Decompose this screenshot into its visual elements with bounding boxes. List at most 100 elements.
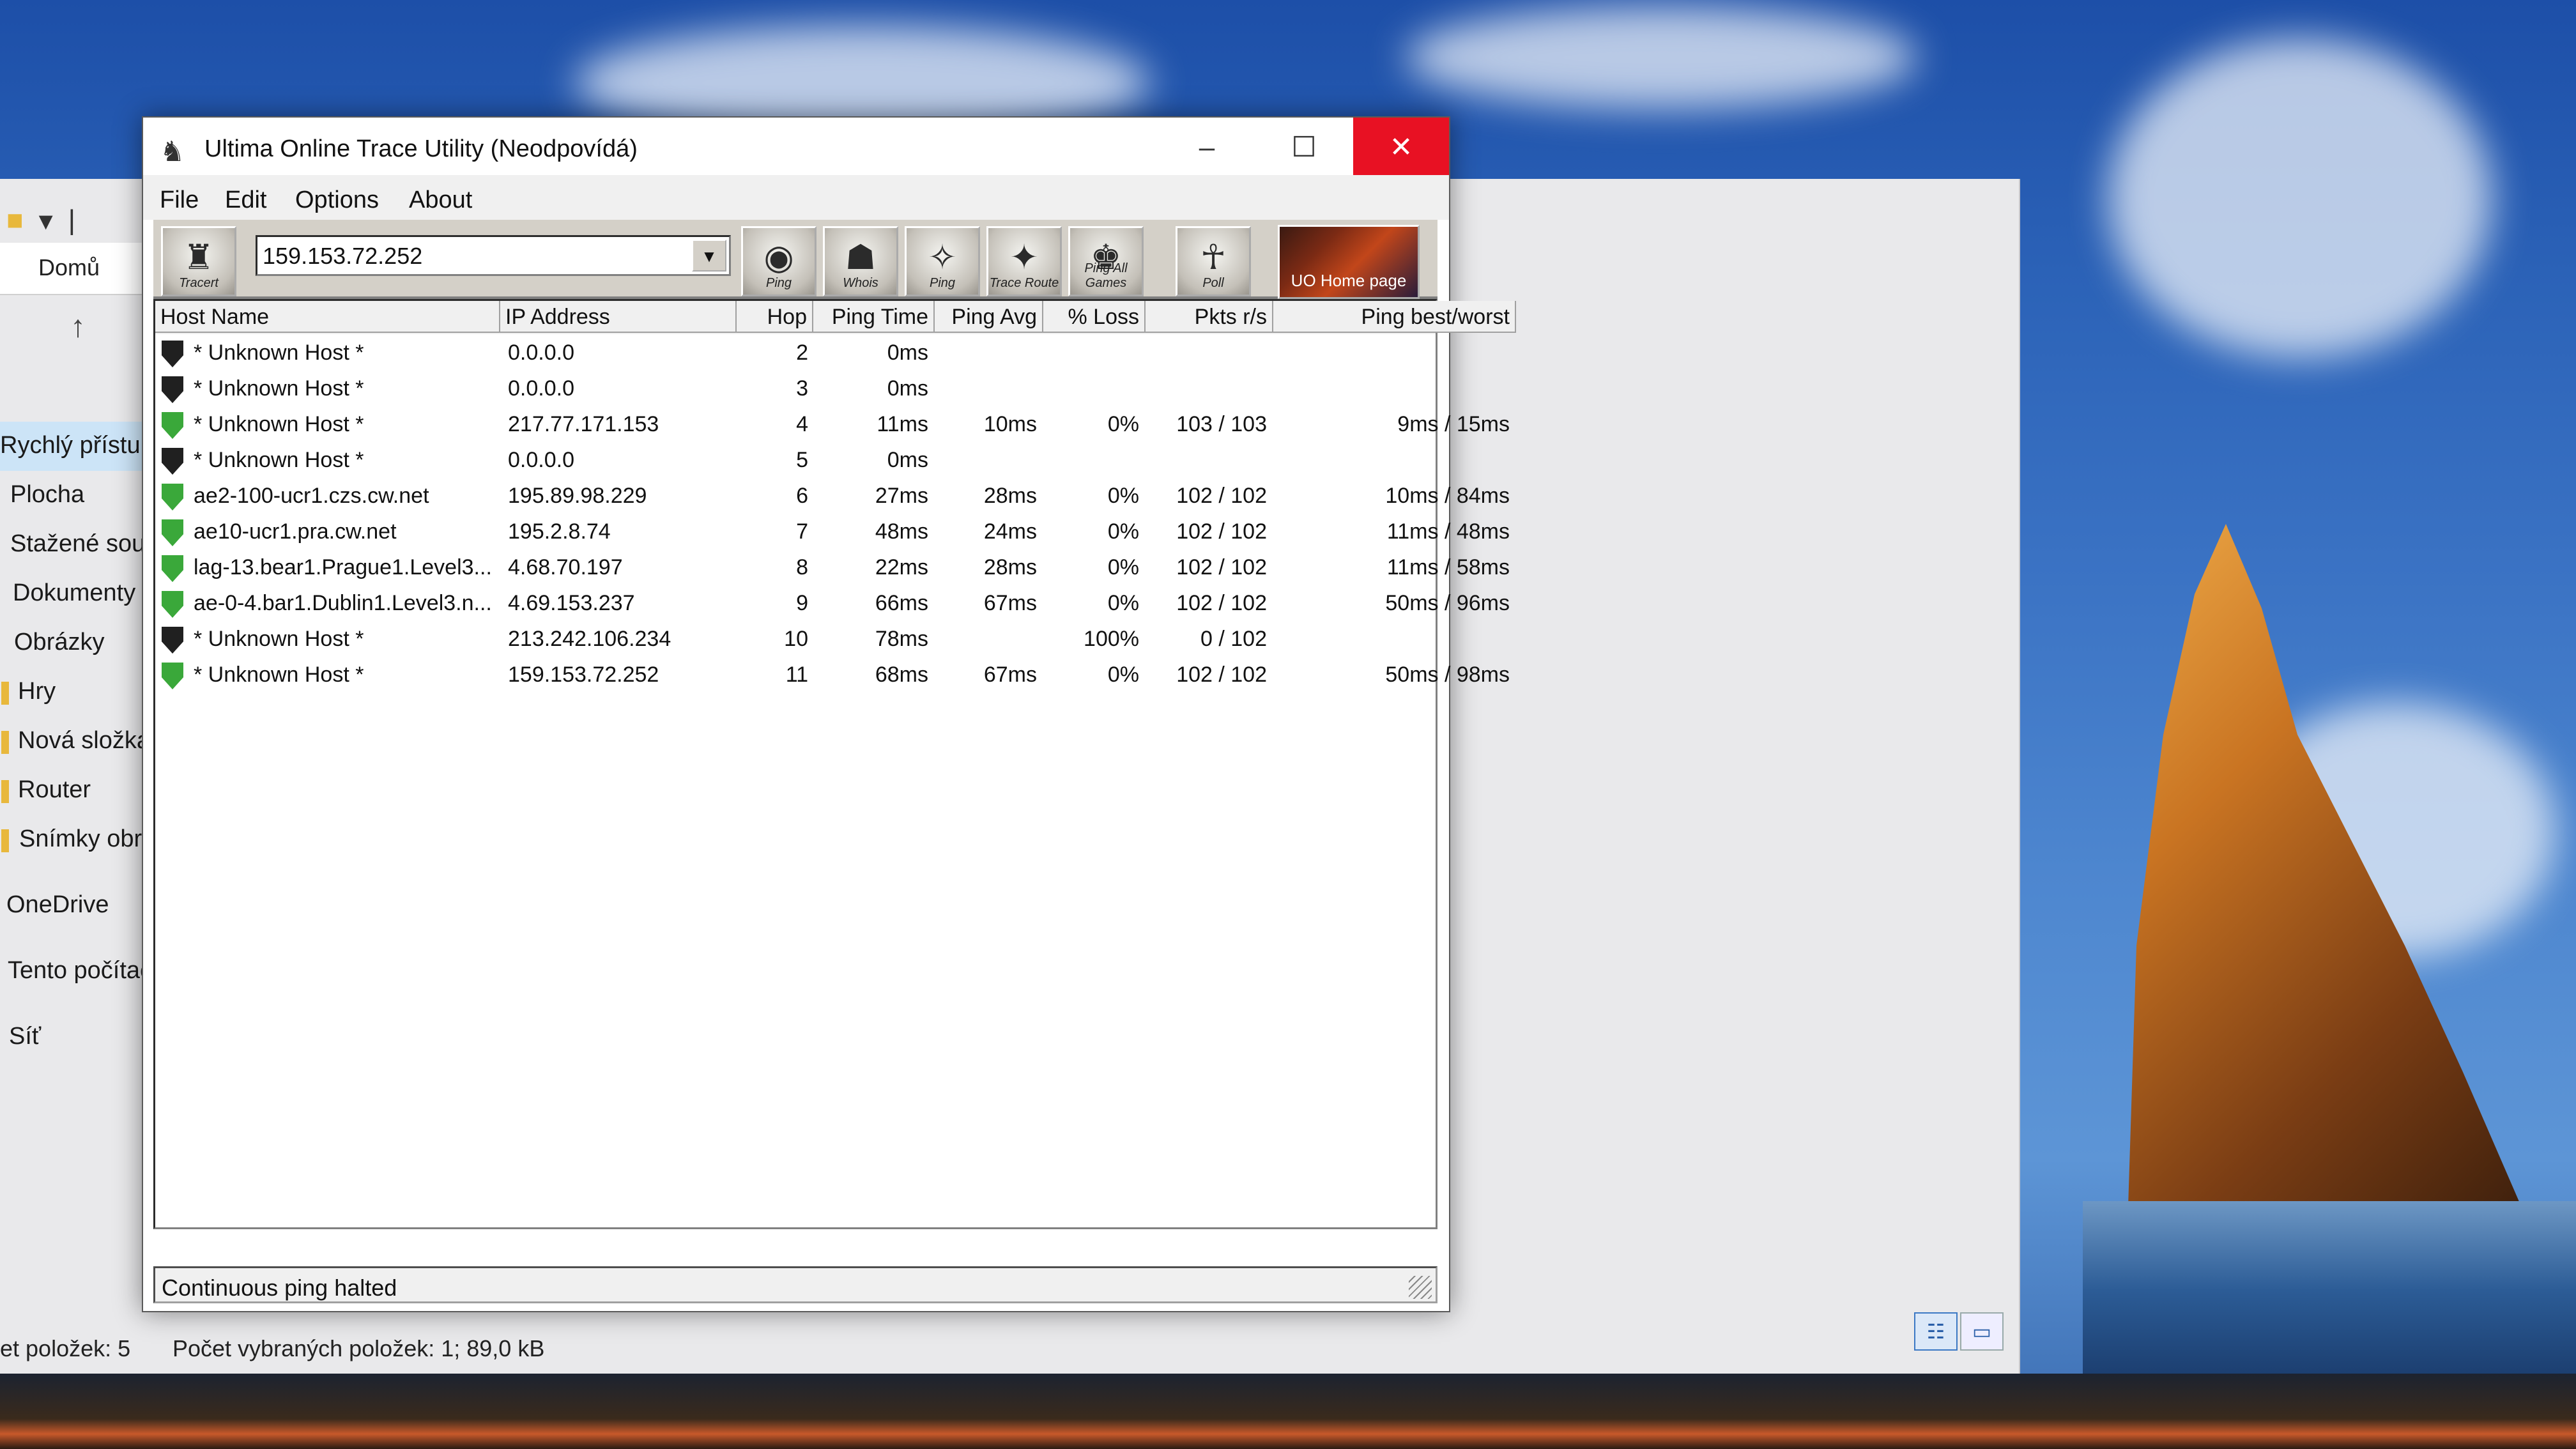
cell-ip-address: 213.242.106.234 — [508, 627, 671, 651]
cell-hop: 3 — [796, 376, 808, 401]
col-ping-time[interactable]: Ping Time — [813, 301, 935, 333]
sidebar-item-this-pc[interactable]: Tento počítač — [0, 947, 147, 996]
col-host-name[interactable]: Host Name — [155, 301, 500, 333]
table-row[interactable]: ae10-ucr1.pra.cw.net 195.2.8.74 7 48ms 24ms 0… — [155, 514, 1510, 550]
cell-ping-avg: 10ms — [983, 412, 1037, 436]
cell-hop: 2 — [796, 341, 808, 365]
cell-ping-time: 78ms — [875, 627, 928, 651]
cell-ping-avg: 28ms — [983, 484, 1037, 508]
col-pkts[interactable]: Pkts r/s — [1146, 301, 1273, 333]
list-header: Host Name IP Address Hop Ping Time Ping … — [155, 301, 1516, 334]
col-ip-address[interactable]: IP Address — [500, 301, 737, 333]
ping-all-games-button[interactable]: ♚ Ping All Games — [1068, 226, 1144, 296]
whois-button[interactable]: ☗ Whois — [823, 226, 898, 296]
window-title: Ultima Online Trace Utility (Neodpovídá) — [204, 135, 638, 162]
menu-edit[interactable]: Edit — [225, 187, 266, 214]
cell-ip-address: 195.89.98.229 — [508, 484, 647, 508]
large-icons-view-icon[interactable]: ▭ — [1960, 1312, 2004, 1351]
sidebar-item-quick-access[interactable]: Rychlý přístup — [0, 422, 147, 471]
sidebar-item-desktop[interactable]: Plocha — [0, 471, 147, 520]
maximize-button[interactable]: ☐ — [1256, 118, 1352, 178]
trace-route-button[interactable]: ✦ Trace Route — [986, 226, 1062, 296]
cell-host-name: lag-13.bear1.Prague1.Level3... — [194, 555, 492, 579]
address-combobox[interactable]: ▼ — [256, 235, 731, 276]
table-row[interactable]: * Unknown Host * 213.242.106.234 10 78ms 100… — [155, 622, 1436, 657]
menu-bar: File Edit Options About — [143, 175, 1449, 220]
resize-grip-icon[interactable] — [1409, 1276, 1432, 1299]
minimize-button[interactable]: – — [1159, 118, 1255, 178]
shield-ok-icon — [162, 412, 183, 439]
col-hop[interactable]: Hop — [737, 301, 813, 333]
table-row[interactable]: * Unknown Host * 159.153.72.252 11 68ms 67ms… — [155, 657, 1510, 693]
menu-about[interactable]: About — [409, 187, 472, 214]
status-text: Continuous ping halted — [162, 1275, 397, 1301]
sidebar-item-downloads[interactable]: Stažené soub — [0, 520, 147, 569]
list-rows: * Unknown Host * 0.0.0.0 2 0ms * Unknown Hos… — [155, 335, 1510, 693]
cell-ip-address: 217.77.171.153 — [508, 412, 659, 436]
folder-icon — [1, 829, 9, 852]
sidebar-item-router[interactable]: Router — [0, 766, 147, 815]
sidebar-item-network[interactable]: Síť — [0, 1013, 147, 1062]
cell-hop: 5 — [796, 448, 808, 472]
item-count: et položek: 5 — [0, 1335, 131, 1361]
table-row[interactable]: * Unknown Host * 217.77.171.153 4 11ms 10ms 0… — [155, 407, 1510, 443]
menu-options[interactable]: Options — [295, 187, 379, 214]
address-input[interactable] — [261, 241, 673, 272]
sidebar-item-onedrive[interactable]: OneDrive — [0, 881, 147, 930]
cell-ping-time: 11ms — [877, 412, 928, 436]
close-button[interactable]: ✕ — [1353, 118, 1449, 178]
trace-results-list[interactable]: Host Name IP Address Hop Ping Time Ping … — [153, 299, 1516, 1229]
dragon-icon: ✧ — [928, 238, 957, 277]
cell-loss: 0% — [1107, 484, 1139, 508]
col-ping-avg[interactable]: Ping Avg — [935, 301, 1043, 333]
details-view-icon[interactable]: ☷ — [1914, 1312, 1958, 1351]
menu-file[interactable]: File — [160, 187, 199, 214]
explorer-statusbar: et položek: 5 Počet vybraných položek: 1… — [0, 1329, 2019, 1367]
cell-pkts: 102 / 102 — [1176, 663, 1267, 687]
table-row[interactable]: ae-0-4.bar1.Dublin1.Level3.n... 4.69.153.… — [155, 586, 1510, 622]
ping-host-button[interactable]: ✧ Ping — [905, 226, 980, 296]
col-loss[interactable]: % Loss — [1043, 301, 1146, 333]
cell-ping-best-worst: 9ms / 15ms — [1397, 412, 1510, 436]
folder-icon[interactable]: ■ — [6, 204, 24, 236]
app-icon: ♞ — [160, 136, 185, 167]
table-row[interactable]: lag-13.bear1.Prague1.Level3... 4.68.70.19… — [155, 550, 1510, 586]
ribbon-tab-home[interactable]: Domů — [0, 243, 147, 295]
explorer-sidebar: Rychlý přístup Plocha Stažené soub Dokum… — [0, 422, 147, 1062]
folder-icon — [1, 682, 9, 705]
status-bar: Continuous ping halted — [153, 1266, 1438, 1303]
sidebar-item-documents[interactable]: Dokumenty — [0, 569, 147, 618]
table-row[interactable]: ae2-100-ucr1.czs.cw.net 195.89.98.229 6 27m… — [155, 479, 1510, 514]
sidebar-item-screenshots[interactable]: Snímky obraz — [0, 815, 147, 864]
cell-hop: 6 — [796, 484, 808, 508]
sidebar-item-games[interactable]: Hry — [0, 668, 147, 717]
cell-loss: 0% — [1107, 555, 1139, 579]
cell-host-name: ae2-100-ucr1.czs.cw.net — [194, 484, 429, 508]
cell-ping-best-worst: 10ms / 84ms — [1385, 484, 1510, 508]
shield-unknown-icon — [162, 627, 183, 654]
shield-ok-icon — [162, 484, 183, 510]
explorer-nav: ↑ — [0, 307, 147, 351]
selected-count: Počet vybraných položek: 1; 89,0 kB — [172, 1335, 545, 1361]
table-row[interactable]: * Unknown Host * 0.0.0.0 2 0ms — [155, 335, 1436, 371]
up-arrow-icon[interactable]: ↑ — [70, 309, 86, 344]
shield-unknown-icon — [162, 341, 183, 367]
cell-host-name: ae-0-4.bar1.Dublin1.Level3.n... — [194, 591, 492, 615]
table-row[interactable]: * Unknown Host * 0.0.0.0 5 0ms — [155, 443, 1436, 479]
uo-home-page-button[interactable]: UO Home page — [1278, 225, 1420, 299]
sidebar-item-new-folder[interactable]: Nová složka ( — [0, 717, 147, 766]
cell-ping-best-worst: 50ms / 96ms — [1385, 591, 1510, 615]
shield-ok-icon — [162, 519, 183, 546]
sidebar-item-pictures[interactable]: Obrázky — [0, 618, 147, 668]
cell-ping-time: 22ms — [875, 555, 928, 579]
dropdown-arrow-icon[interactable]: ▾ — [39, 204, 53, 237]
tracert-button[interactable]: ♜ Tracert — [161, 226, 236, 296]
chevron-down-icon[interactable]: ▼ — [692, 240, 726, 272]
shield-unknown-icon — [162, 376, 183, 403]
poll-button[interactable]: ☥ Poll — [1176, 226, 1251, 296]
title-bar[interactable]: ♞ Ultima Online Trace Utility (Neodpovíd… — [143, 118, 1449, 178]
ping-button[interactable]: ◉ Ping — [741, 226, 816, 296]
table-row[interactable]: * Unknown Host * 0.0.0.0 3 0ms — [155, 371, 1436, 407]
cell-hop: 4 — [796, 412, 808, 436]
col-ping-best-worst[interactable]: Ping best/worst — [1273, 301, 1516, 333]
